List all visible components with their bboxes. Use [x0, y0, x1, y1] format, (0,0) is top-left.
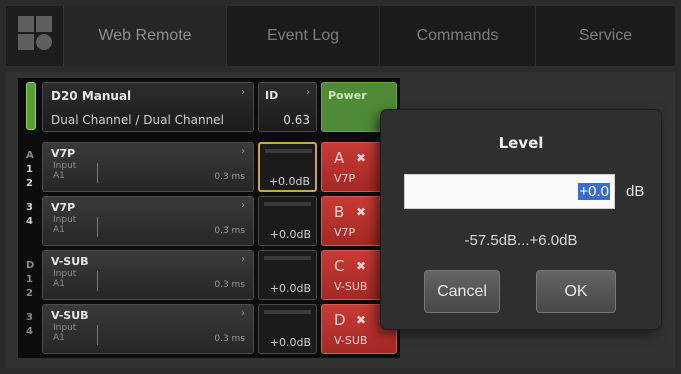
- channel-name: V-SUB: [51, 255, 89, 268]
- level-meter: [264, 310, 311, 314]
- tab-web-remote[interactable]: Web Remote: [64, 6, 227, 66]
- channel-name: V7P: [51, 147, 76, 160]
- channel-button[interactable]: V7P › Input A1 0.3 ms: [42, 142, 254, 192]
- index-label: 4: [26, 326, 33, 337]
- chevron-right-icon: ›: [306, 87, 310, 98]
- channel-input-label: Input: [53, 323, 77, 333]
- channel-letter: D: [334, 311, 346, 329]
- mute-channel-name: V-SUB: [334, 280, 368, 293]
- chevron-right-icon: ›: [241, 146, 245, 157]
- logo-square: [36, 16, 52, 32]
- chevron-right-icon: ›: [241, 87, 245, 98]
- channel-button[interactable]: V7P › Input A1 0.3 ms: [42, 196, 254, 246]
- channel-source: A1: [53, 171, 65, 181]
- level-meter: [264, 202, 311, 206]
- channel-name: V-SUB: [51, 309, 89, 322]
- channel-input-label: Input: [53, 269, 77, 279]
- level-button[interactable]: +0.0dB: [258, 304, 317, 354]
- level-value: +0.0dB: [269, 282, 311, 295]
- device-select-indicator[interactable]: [26, 82, 36, 130]
- level-range: -57.5dB...+6.0dB: [464, 232, 578, 249]
- channel-letter: B: [334, 203, 345, 221]
- channel-source: A1: [53, 333, 65, 343]
- level-input[interactable]: +0.0: [404, 174, 615, 209]
- level-button[interactable]: +0.0dB: [258, 142, 317, 192]
- tab-event-log[interactable]: Event Log: [227, 6, 380, 66]
- channel-delay: 0.3 ms: [214, 172, 245, 182]
- speaker-mute-icon: ✖: [356, 259, 367, 273]
- logo-circle: [36, 34, 52, 50]
- level-value: +0.0dB: [269, 336, 311, 349]
- channel-name: V7P: [51, 201, 76, 214]
- device-name: D20 Manual: [51, 89, 132, 103]
- logo-square: [18, 34, 34, 50]
- tab-commands[interactable]: Commands: [380, 6, 536, 66]
- level-unit: dB: [626, 183, 645, 200]
- index-label: 1: [26, 164, 33, 175]
- index-label: 2: [26, 178, 33, 189]
- channel-button[interactable]: V-SUB › Input A1 0.3 ms: [42, 304, 254, 354]
- level-value: +0.0dB: [268, 175, 310, 188]
- ok-button[interactable]: OK: [536, 270, 616, 313]
- chevron-right-icon: ›: [241, 308, 245, 319]
- mute-channel-name: V-SUB: [334, 334, 368, 347]
- channel-input-label: Input: [53, 215, 77, 225]
- mute-channel-name: V7P: [334, 226, 356, 239]
- index-label: 2: [26, 288, 33, 299]
- device-id-button[interactable]: ID › 0.63: [258, 82, 317, 132]
- chevron-right-icon: ›: [241, 200, 245, 211]
- channel-source: A1: [53, 279, 65, 289]
- index-label: 3: [26, 202, 33, 213]
- index-label: 4: [26, 216, 33, 227]
- speaker-mute-icon: ✖: [356, 313, 367, 327]
- channel-delay: 0.3 ms: [214, 334, 245, 344]
- channel-button[interactable]: V-SUB › Input A1 0.3 ms: [42, 250, 254, 300]
- channel-source: A1: [53, 225, 65, 235]
- index-label: 1: [26, 274, 33, 285]
- channel-letter: A: [334, 149, 345, 167]
- index-label: A: [26, 150, 34, 161]
- level-meter: [265, 149, 312, 153]
- cancel-button[interactable]: Cancel: [424, 270, 500, 313]
- speaker-mute-icon: ✖: [356, 205, 367, 219]
- channel-divider: [97, 325, 98, 345]
- level-button[interactable]: +0.0dB: [258, 250, 317, 300]
- id-label: ID: [265, 89, 279, 102]
- logo-square: [18, 16, 34, 32]
- level-input-value[interactable]: +0.0: [578, 183, 610, 200]
- channel-letter: C: [334, 257, 345, 275]
- channel-delay: 0.3 ms: [214, 226, 245, 236]
- level-button[interactable]: +0.0dB: [258, 196, 317, 246]
- channel-divider: [97, 217, 98, 237]
- device-name-button[interactable]: D20 Manual › Dual Channel / Dual Channel: [42, 82, 254, 132]
- speaker-mute-icon: ✖: [356, 151, 367, 165]
- level-value: +0.0dB: [269, 228, 311, 241]
- device-mode: Dual Channel / Dual Channel: [51, 113, 224, 127]
- tab-service[interactable]: Service: [536, 6, 675, 66]
- app-logo-icon[interactable]: [6, 6, 64, 66]
- channel-divider: [97, 163, 98, 183]
- channel-delay: 0.3 ms: [214, 280, 245, 290]
- channel-divider: [97, 271, 98, 291]
- dialog-title: Level: [498, 134, 544, 152]
- channel-input-label: Input: [53, 161, 77, 171]
- top-nav: Web Remote Event Log Commands Service: [6, 6, 675, 66]
- id-value: 0.63: [283, 113, 310, 127]
- index-label: 3: [26, 312, 33, 323]
- mute-channel-name: V7P: [334, 172, 356, 185]
- power-label: Power: [328, 89, 367, 102]
- level-dialog: Level +0.0 dB -57.5dB...+6.0dB Cancel OK: [381, 110, 661, 329]
- index-label: D: [26, 260, 35, 271]
- level-meter: [264, 256, 311, 260]
- chevron-right-icon: ›: [241, 254, 245, 265]
